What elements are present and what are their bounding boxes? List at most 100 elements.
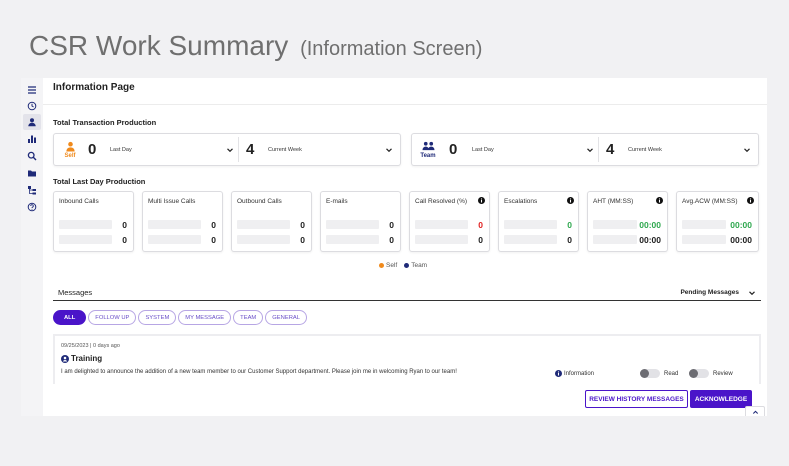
folder-icon: [28, 170, 36, 177]
hierarchy-icon: [28, 186, 36, 195]
filter-general[interactable]: GENERAL: [265, 310, 307, 325]
sidebar-item-help[interactable]: [23, 199, 41, 215]
team-badge: Team: [417, 137, 439, 163]
chevron-down-icon[interactable]: [385, 146, 393, 154]
self-bar: [682, 220, 726, 229]
review-history-button[interactable]: REVIEW HISTORY MESSAGES: [585, 390, 688, 408]
sidebar-item-hierarchy[interactable]: [23, 182, 41, 198]
filter-team[interactable]: TEAM: [233, 310, 264, 325]
self-bar: [326, 220, 379, 229]
team-bar: [237, 235, 290, 244]
self-value: 0: [389, 220, 394, 230]
self-bar: [237, 220, 290, 229]
chevron-down-icon[interactable]: [586, 146, 594, 154]
team-bar: [504, 235, 557, 244]
team-day-label: Last Day: [472, 147, 494, 153]
page-title: CSR Work Summary (Information Screen): [29, 30, 482, 62]
review-toggle[interactable]: Review: [689, 369, 733, 378]
read-switch[interactable]: [640, 369, 660, 378]
metric-card-outbound-calls: Outbound Calls 0 0: [231, 191, 312, 252]
review-switch[interactable]: [689, 369, 709, 378]
team-day-value: 0: [449, 141, 458, 158]
sidebar-item-history[interactable]: [23, 98, 41, 114]
acknowledge-button[interactable]: ACKNOWLEDGE: [690, 390, 752, 408]
card-divider: [598, 137, 599, 162]
team-value: 00:00: [639, 235, 661, 245]
clock-icon: [27, 101, 37, 111]
self-badge-label: Self: [64, 153, 76, 159]
team-value: 0: [389, 235, 394, 245]
read-toggle[interactable]: Read: [640, 369, 678, 378]
self-bar: [415, 220, 468, 229]
message-date: 09/25/2023 | 0 days ago: [61, 343, 120, 349]
chevron-down-icon[interactable]: [226, 146, 234, 154]
self-production-card: Self 0 Last Day 4 Current Week: [53, 133, 401, 166]
user-icon: [28, 118, 36, 127]
team-value: 0: [478, 235, 483, 245]
message-item[interactable]: 09/25/2023 | 0 days ago Training I am de…: [53, 334, 761, 384]
main-content: Information Page Total Transaction Produ…: [43, 78, 767, 416]
metric-card-multi-issue-calls: Multi Issue Calls 0 0: [142, 191, 223, 252]
metric-label: E-mails: [326, 198, 348, 205]
message-filters: ALL FOLLOW UP SYSTEM MY MESSAGE TEAM GEN…: [53, 310, 307, 325]
filter-system[interactable]: SYSTEM: [138, 310, 177, 325]
info-icon[interactable]: [478, 197, 485, 204]
messages-dropdown[interactable]: Pending Messages: [680, 289, 739, 296]
team-badge-label: Team: [420, 153, 436, 159]
team-icon: [422, 141, 434, 151]
team-value: 00:00: [730, 235, 752, 245]
info-icon[interactable]: [656, 197, 663, 204]
sidebar-item-search[interactable]: [23, 148, 41, 164]
metric-label: Outbound Calls: [237, 198, 282, 205]
self-bar: [593, 220, 637, 229]
menu-icon: [28, 86, 36, 94]
team-dot-icon: [404, 262, 410, 268]
self-value: 0: [300, 220, 305, 230]
card-divider: [238, 137, 239, 162]
team-week-value: 4: [606, 141, 615, 158]
scroll-top-button[interactable]: [745, 406, 765, 416]
messages-header: Messages Pending Messages: [53, 286, 761, 301]
self-value: 00:00: [639, 220, 661, 230]
bar-chart-icon: [28, 135, 36, 143]
chevron-up-icon: [752, 410, 758, 414]
metric-label: AHT (MM:SS): [593, 198, 634, 205]
app-window: Information Page Total Transaction Produ…: [21, 78, 767, 416]
self-value: 0: [122, 220, 127, 230]
header-title: Information Page: [53, 82, 135, 93]
self-dot-icon: [379, 262, 384, 268]
team-production-card: Team 0 Last Day 4 Current Week: [411, 133, 759, 166]
sidebar-item-profile[interactable]: [23, 114, 41, 130]
legend-team: Team: [404, 262, 427, 269]
sidebar: [21, 78, 43, 416]
metric-label: Multi Issue Calls: [148, 198, 196, 205]
team-bar: [682, 235, 726, 244]
filter-follow-up[interactable]: FOLLOW UP: [88, 310, 137, 325]
metric-label: Call Resolved (%): [415, 198, 468, 205]
review-label: Review: [713, 370, 733, 377]
chevron-down-icon[interactable]: [743, 146, 751, 154]
filter-all[interactable]: ALL: [53, 310, 87, 325]
info-icon: [555, 370, 562, 377]
self-bar: [59, 220, 112, 229]
info-icon[interactable]: [747, 197, 754, 204]
self-value: 0: [478, 220, 483, 230]
filter-my-message[interactable]: MY MESSAGE: [178, 310, 232, 325]
team-value: 0: [211, 235, 216, 245]
sidebar-item-menu[interactable]: [23, 82, 41, 98]
sidebar-item-files[interactable]: [23, 165, 41, 181]
last-day-title: Total Last Day Production: [53, 177, 146, 186]
info-icon[interactable]: [567, 197, 574, 204]
legend-self: Self: [379, 262, 397, 269]
self-value: 0: [211, 220, 216, 230]
metric-label: Avg.ACW (MM:SS): [682, 198, 738, 205]
metric-card-call-resolved: Call Resolved (%) 0 0: [409, 191, 490, 252]
help-icon: [27, 202, 37, 212]
metric-card-escalations: Escalations 0 0: [498, 191, 579, 252]
team-value: 0: [300, 235, 305, 245]
sidebar-item-reports[interactable]: [23, 131, 41, 147]
self-bar: [504, 220, 557, 229]
team-value: 0: [567, 235, 572, 245]
page-title-main: CSR Work Summary: [29, 30, 289, 61]
chevron-down-icon[interactable]: [748, 289, 756, 297]
